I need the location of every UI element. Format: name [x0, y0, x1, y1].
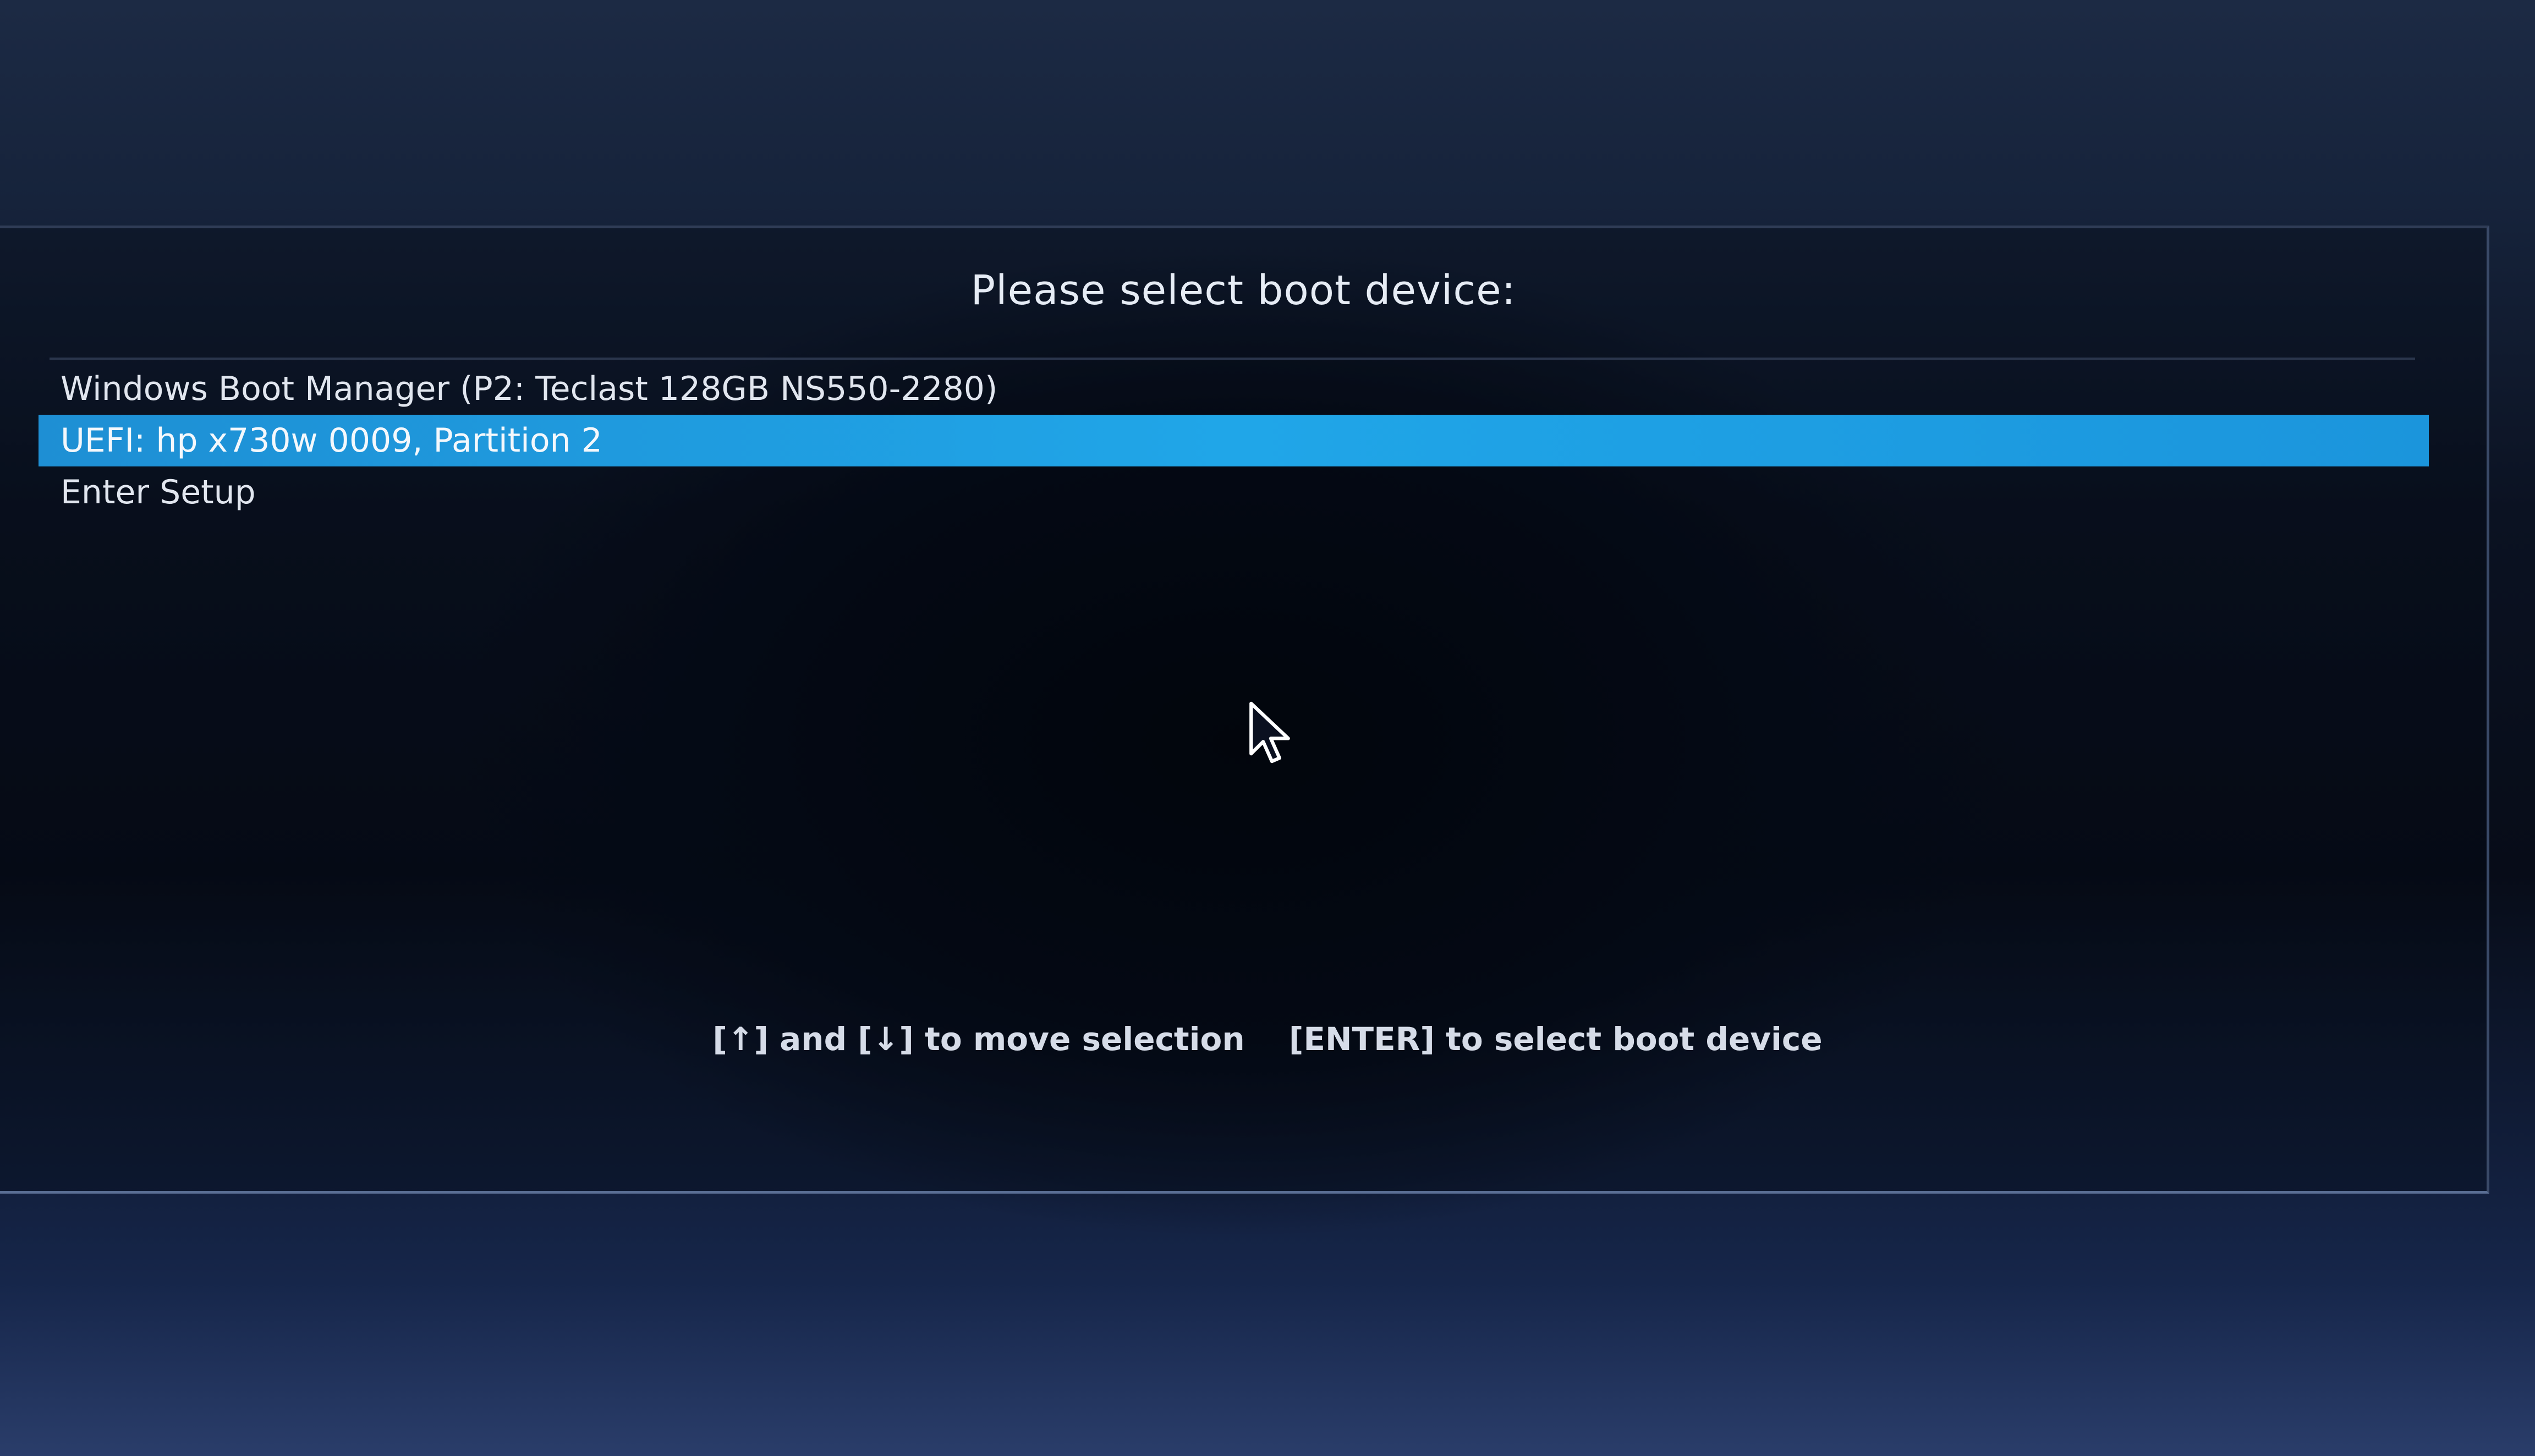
page-title: Please select boot device:	[970, 267, 1516, 314]
move-selection-hint: [↑] and [↓] to move selection	[712, 1020, 1245, 1058]
boot-option-enter-setup[interactable]: Enter Setup	[39, 466, 2429, 518]
boot-option-windows-boot-manager[interactable]: Windows Boot Manager (P2: Teclast 128GB …	[39, 363, 2429, 415]
mouse-pointer-icon	[1249, 701, 1290, 763]
boot-menu-screen: Please select boot device: Windows Boot …	[0, 0, 2535, 1456]
boot-option-uefi-usb[interactable]: UEFI: hp x730w 0009, Partition 2	[39, 415, 2429, 466]
boot-device-list: Windows Boot Manager (P2: Teclast 128GB …	[39, 363, 2429, 518]
title-divider	[50, 358, 2415, 360]
key-hints: [↑] and [↓] to move selection [ENTER] to…	[0, 1020, 2535, 1058]
select-device-hint: [ENTER] to select boot device	[1288, 1020, 1823, 1058]
